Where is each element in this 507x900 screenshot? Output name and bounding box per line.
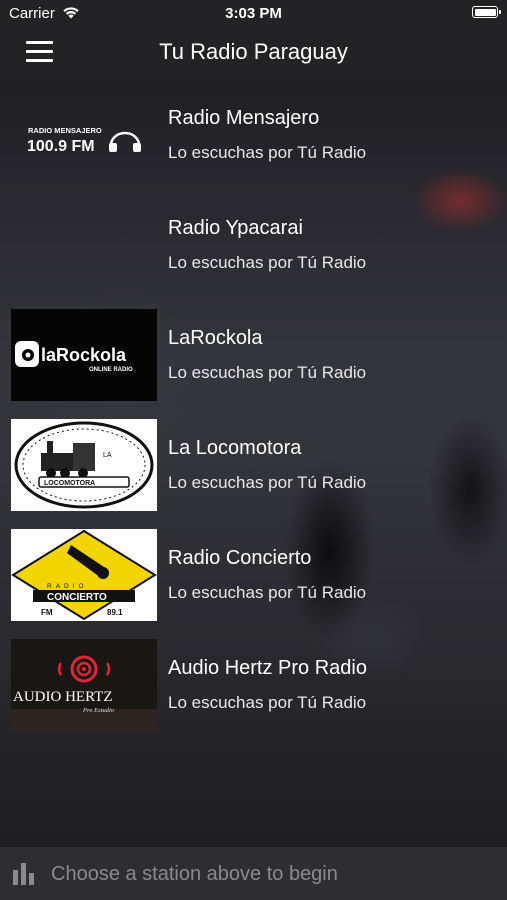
logo-text: RADIO MENSAJERO [28,126,102,135]
station-name: Radio Concierto [168,547,312,569]
station-row-larockola[interactable]: laRockola ONLINE RADIO LaRockola Lo escu… [0,300,507,410]
station-row-radio-ypacarai[interactable]: Radio Ypacarai Lo escuchas por Tú Radio [0,190,507,300]
logo-text: Pro Estudio [82,707,115,714]
logo-text: 89.1 [107,608,123,617]
station-logo-radio-concierto: RADIO CONCIERTO FM 89.1 [11,529,157,621]
station-subtitle: Lo escuchas por Tú Radio [168,363,367,382]
battery-icon [472,6,501,18]
station-row-radio-concierto[interactable]: RADIO CONCIERTO FM 89.1 Radio Concierto … [0,520,507,630]
logo-text: CONCIERTO [47,592,107,603]
station-logo-radio-mensajero: RADIO MENSAJERO 100.9 FM [11,89,157,181]
logo-text: LA [103,452,112,459]
station-logo-larockola: laRockola ONLINE RADIO [11,309,157,401]
navigation-bar: Tu Radio Paraguay [0,26,507,80]
logo-text: AUDIO HERTZ [13,689,113,705]
station-subtitle: Lo escuchas por Tú Radio [168,143,367,162]
station-row-la-locomotora[interactable]: LA LOCOMOTORA La Locomotora Lo escuchas … [0,410,507,520]
logo-text: ONLINE RADIO [89,367,133,373]
station-row-radio-mensajero[interactable]: RADIO MENSAJERO 100.9 FM Radio Mensajero… [0,80,507,190]
logo-text: laRockola [41,345,127,365]
logo-text: LOCOMOTORA [44,480,95,487]
station-name: LaRockola [168,327,263,349]
station-logo-la-locomotora: LA LOCOMOTORA [11,419,157,511]
player-bar[interactable]: Choose a station above to begin [0,847,507,900]
station-subtitle: Lo escuchas por Tú Radio [168,583,367,602]
equalizer-icon [13,863,39,885]
player-prompt: Choose a station above to begin [51,863,338,885]
logo-text: FM [41,608,53,617]
station-logo-radio-ypacarai [11,199,157,291]
status-bar: Carrier 3:03 PM [0,0,507,26]
logo-text: 100.9 FM [27,138,95,155]
page-title: Tu Radio Paraguay [159,39,348,64]
station-name: La Locomotora [168,437,302,459]
station-subtitle: Lo escuchas por Tú Radio [168,253,367,272]
station-name: Audio Hertz Pro Radio [168,657,367,679]
station-name: Radio Ypacarai [168,217,303,239]
station-subtitle: Lo escuchas por Tú Radio [168,473,367,492]
station-name: Radio Mensajero [168,107,320,129]
station-subtitle: Lo escuchas por Tú Radio [168,693,367,712]
logo-text: RADIO [47,583,88,590]
station-list: RADIO MENSAJERO 100.9 FM Radio Mensajero… [0,80,507,740]
clock: 3:03 PM [225,5,282,22]
station-row-audio-hertz[interactable]: AUDIO HERTZ Pro Estudio Audio Hertz Pro … [0,630,507,740]
station-logo-audio-hertz: AUDIO HERTZ Pro Estudio [11,639,157,731]
